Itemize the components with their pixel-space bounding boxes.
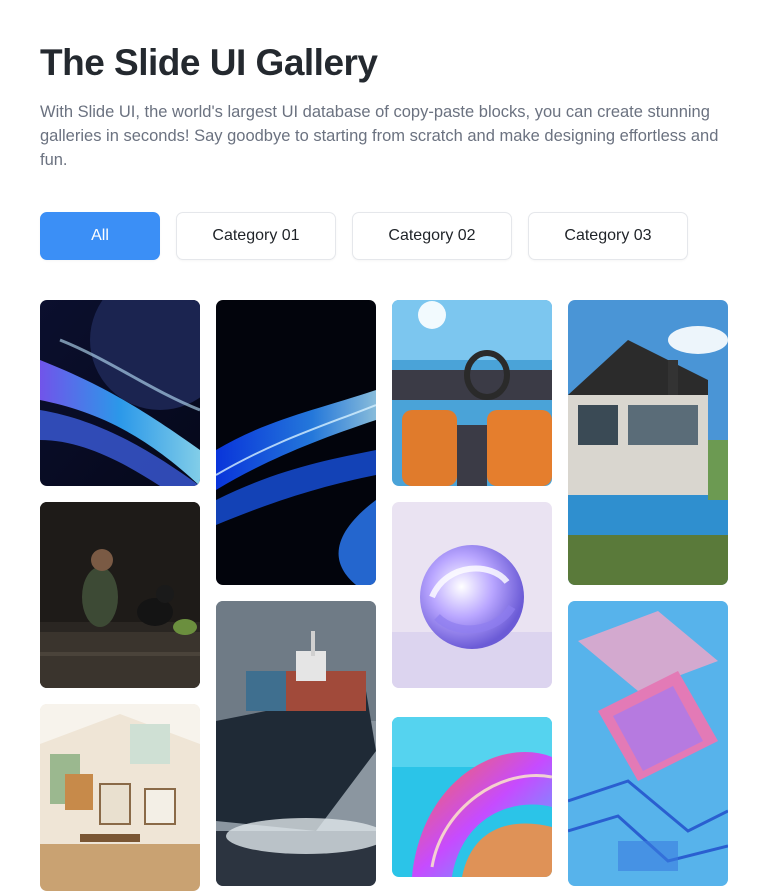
filter-all-button[interactable]: All (40, 212, 160, 260)
gallery-image-man-with-dog[interactable] (40, 502, 200, 688)
gallery-image-glass-sphere[interactable] (392, 502, 552, 688)
gallery-image-modern-house-pool[interactable] (568, 300, 728, 585)
page-title: The Slide UI Gallery (40, 42, 378, 83)
gallery-image-circuit-chip[interactable] (568, 601, 728, 886)
gallery-image-art-studio[interactable] (40, 704, 200, 891)
filter-category-02-button[interactable]: Category 02 (352, 212, 512, 260)
page-description: With Slide UI, the world's largest UI da… (40, 103, 719, 169)
gallery-image-car-interior[interactable] (392, 300, 552, 486)
filter-category-03-button[interactable]: Category 03 (528, 212, 688, 260)
filter-category-01-button[interactable]: Category 01 (176, 212, 336, 260)
gallery-image-blue-light-streaks[interactable] (216, 300, 376, 585)
gallery-image-cargo-ship[interactable] (216, 601, 376, 886)
gallery-image-abstract-blue-waves[interactable] (40, 300, 200, 486)
gallery-image-colorful-swirl[interactable] (392, 717, 552, 877)
